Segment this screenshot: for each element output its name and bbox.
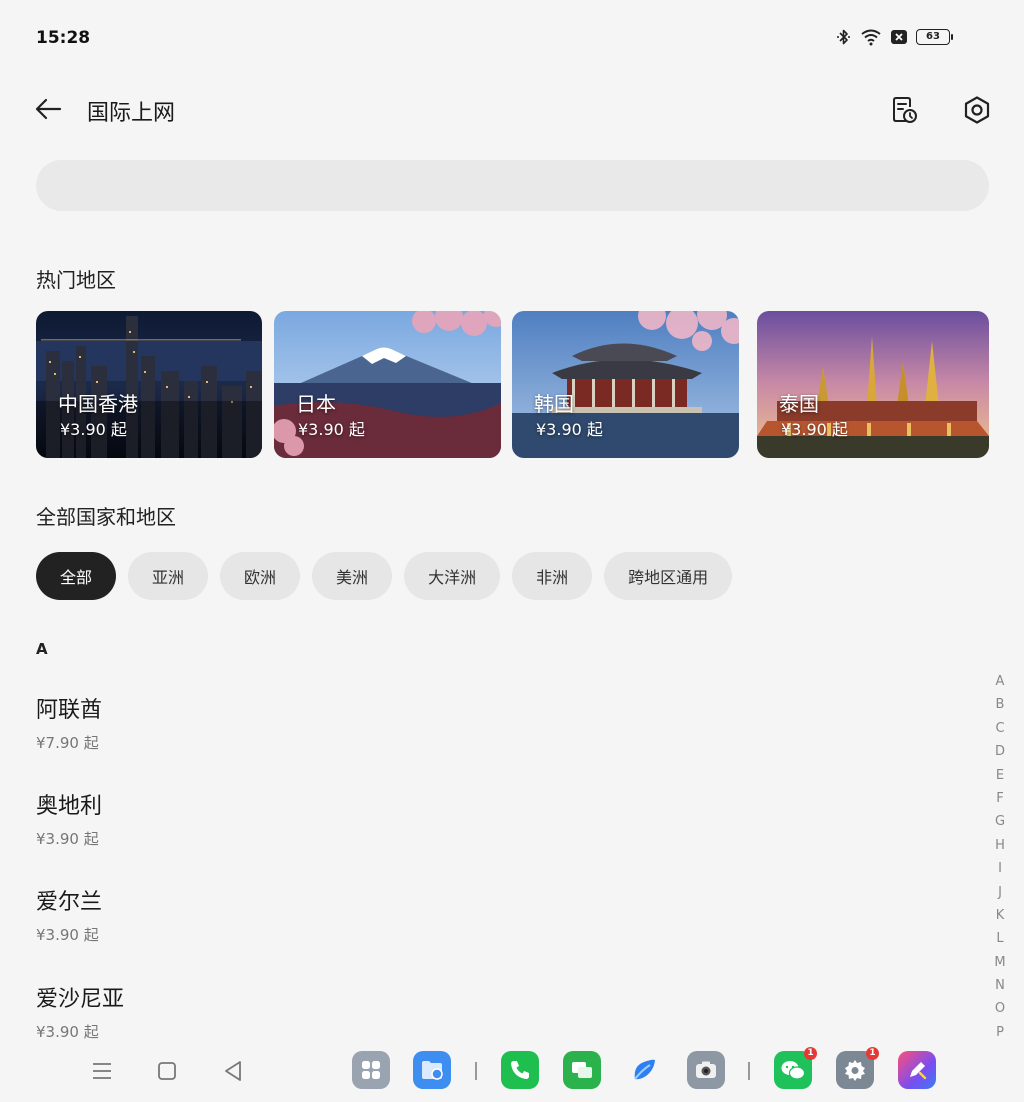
wifi-icon xyxy=(860,28,882,46)
region-name: 泰国 xyxy=(779,392,819,416)
hot-regions-title: 热门地区 xyxy=(36,268,116,292)
pencil-spark-icon xyxy=(910,1062,927,1080)
index-letter[interactable]: A xyxy=(996,672,1005,695)
chip-americas[interactable]: 美洲 xyxy=(312,552,393,600)
region-card-japan[interactable]: 日本 ¥3.90 起 xyxy=(274,311,501,458)
index-letter[interactable]: F xyxy=(996,789,1003,812)
menu-nav-button[interactable] xyxy=(87,1056,117,1086)
index-letter[interactable]: E xyxy=(996,766,1004,789)
arrow-left-icon xyxy=(35,98,62,120)
all-regions-title: 全部国家和地区 xyxy=(36,505,176,529)
region-name: 日本 xyxy=(296,392,336,416)
bluetooth-icon xyxy=(836,28,852,46)
region-price: ¥3.90 起 xyxy=(60,420,127,439)
status-time: 15:28 xyxy=(36,28,91,48)
browser-app[interactable] xyxy=(625,1051,663,1089)
list-item[interactable]: 奥地利 ¥3.90 起 xyxy=(36,788,936,868)
country-name: 爱尔兰 xyxy=(36,890,103,915)
country-name: 阿联酋 xyxy=(36,698,103,723)
wechat-app[interactable]: 1 xyxy=(774,1047,817,1089)
index-letter[interactable]: C xyxy=(995,719,1004,742)
app-drawer-button[interactable] xyxy=(352,1051,390,1089)
region-card-hongkong[interactable]: 中国香港 ¥3.90 起 xyxy=(36,311,262,458)
region-card-korea[interactable]: 韩国 ¥3.90 起 xyxy=(512,311,739,458)
files-app[interactable] xyxy=(413,1051,451,1089)
search-bar[interactable] xyxy=(36,160,989,211)
index-letter[interactable]: G xyxy=(995,812,1005,835)
notification-badge: 1 xyxy=(804,1047,817,1060)
notification-badge: 1 xyxy=(866,1047,879,1060)
gear-icon xyxy=(845,1060,865,1081)
list-item[interactable]: 爱沙尼亚 ¥3.90 起 xyxy=(36,981,936,1041)
camera-app[interactable] xyxy=(687,1051,725,1089)
index-letter[interactable]: K xyxy=(996,906,1005,929)
chip-africa[interactable]: 非洲 xyxy=(512,552,593,600)
home-nav-button[interactable] xyxy=(152,1056,182,1086)
settings-button[interactable] xyxy=(957,90,997,130)
chip-asia[interactable]: 亚洲 xyxy=(128,552,209,600)
document-clock-icon xyxy=(893,97,917,123)
chat-bubbles-icon xyxy=(572,1062,592,1078)
phone-app[interactable] xyxy=(501,1051,539,1089)
chip-europe[interactable]: 欧洲 xyxy=(220,552,301,600)
index-letter[interactable]: H xyxy=(995,836,1005,859)
index-letter[interactable]: B xyxy=(996,695,1005,718)
country-price: ¥3.90 起 xyxy=(36,926,99,944)
square-icon xyxy=(158,1062,176,1080)
navigation-bar: 1 1 xyxy=(0,1040,1024,1102)
region-name: 韩国 xyxy=(534,392,574,416)
country-price: ¥3.90 起 xyxy=(36,1023,99,1041)
folder-clock-icon xyxy=(422,1061,443,1080)
status-bar: 15:28 63 xyxy=(0,0,1024,76)
region-price: ¥3.90 起 xyxy=(298,420,365,439)
chip-all[interactable]: 全部 xyxy=(36,552,117,600)
list-item[interactable]: 爱尔兰 ¥3.90 起 xyxy=(36,884,936,964)
smart-app[interactable] xyxy=(898,1051,936,1089)
page-title: 国际上网 xyxy=(87,101,176,126)
index-letter[interactable]: L xyxy=(996,929,1003,952)
index-letter[interactable]: D xyxy=(995,742,1005,765)
camera-icon xyxy=(696,1061,716,1078)
grid-icon xyxy=(362,1061,380,1079)
index-letter[interactable]: J xyxy=(998,883,1002,906)
region-filter-chips: 全部 亚洲 欧洲 美洲 大洋洲 非洲 跨地区通用 xyxy=(36,552,733,600)
list-section-letter: A xyxy=(36,640,48,658)
browser-leaf-icon xyxy=(634,1059,655,1080)
region-price: ¥3.90 起 xyxy=(536,420,603,439)
region-card-thailand[interactable]: 泰国 ¥3.90 起 xyxy=(757,311,989,458)
messages-app[interactable] xyxy=(563,1051,601,1089)
index-letter[interactable]: N xyxy=(995,976,1005,999)
country-name: 爱沙尼亚 xyxy=(36,987,125,1012)
country-price: ¥3.90 起 xyxy=(36,830,99,848)
country-price: ¥7.90 起 xyxy=(36,734,99,752)
alphabet-index[interactable]: A B C D E F G H I J K L M N O P xyxy=(990,672,1010,1046)
triangle-back-icon xyxy=(225,1061,241,1081)
country-name: 奥地利 xyxy=(36,794,103,819)
wechat-icon xyxy=(781,1061,806,1080)
back-nav-button[interactable] xyxy=(218,1056,248,1086)
dock-separator xyxy=(475,1062,477,1080)
dock-separator xyxy=(748,1062,750,1080)
index-letter[interactable]: M xyxy=(994,953,1005,976)
index-letter[interactable]: O xyxy=(995,999,1005,1022)
list-item[interactable]: 阿联酋 ¥7.90 起 xyxy=(36,692,936,772)
index-letter[interactable]: I xyxy=(998,859,1002,882)
no-sim-icon xyxy=(890,29,908,45)
battery-icon: 63 xyxy=(916,29,953,45)
chip-oceania[interactable]: 大洋洲 xyxy=(404,552,501,600)
settings-app[interactable]: 1 xyxy=(836,1047,879,1089)
chip-multi-region[interactable]: 跨地区通用 xyxy=(604,552,733,600)
phone-icon xyxy=(511,1061,529,1079)
hexagon-settings-icon xyxy=(964,96,990,124)
order-history-button[interactable] xyxy=(884,90,924,130)
region-price: ¥3.90 起 xyxy=(781,420,848,439)
back-button[interactable] xyxy=(28,92,68,126)
status-icons: 63 xyxy=(836,28,953,46)
menu-icon xyxy=(93,1063,111,1079)
top-app-bar: 国际上网 xyxy=(0,82,1024,136)
region-name: 中国香港 xyxy=(58,392,138,416)
